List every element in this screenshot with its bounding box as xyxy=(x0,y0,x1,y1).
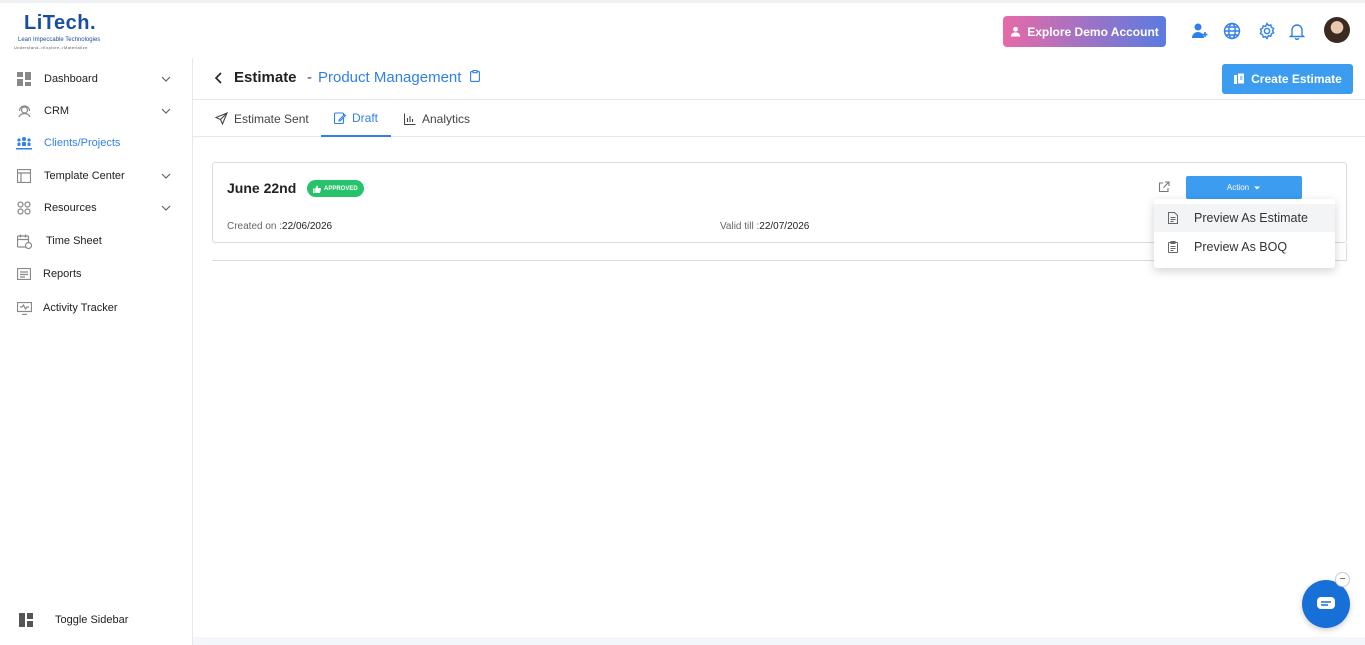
headset-icon xyxy=(16,103,32,119)
chevron-down-icon xyxy=(161,205,171,211)
sidebar-item-dashboard[interactable]: Dashboard xyxy=(0,64,193,94)
menu-item-label: Preview As BOQ xyxy=(1194,240,1288,254)
toggle-sidebar-label: Toggle Sidebar xyxy=(55,614,129,626)
action-dropdown-menu: Preview As Estimate Preview As BOQ xyxy=(1154,199,1335,268)
page-header: Estimate - Product Management Create Esti… xyxy=(193,58,1365,100)
brand-logo[interactable]: LiTech. Lean Impeccable Technologies Und… xyxy=(14,12,114,50)
resources-icon xyxy=(16,200,32,216)
reports-icon xyxy=(16,266,32,282)
minimize-icon: − xyxy=(1339,574,1346,585)
chevron-down-icon xyxy=(161,173,171,179)
globe-icon[interactable] xyxy=(1221,20,1243,42)
menu-item-preview-estimate[interactable]: Preview As Estimate xyxy=(1154,204,1335,232)
valid-till: Valid till :22/07/2026 xyxy=(720,221,809,232)
external-link-icon[interactable] xyxy=(1158,181,1170,193)
chevron-down-icon xyxy=(161,76,171,82)
grid-icon xyxy=(16,71,32,87)
user-avatar[interactable] xyxy=(1324,17,1350,43)
title-separator: - xyxy=(307,69,312,86)
estimate-title: June 22nd xyxy=(227,180,297,196)
chat-minimize-button[interactable]: − xyxy=(1335,572,1350,587)
sidebar-item-reports[interactable]: Reports xyxy=(0,259,193,289)
explore-demo-label: Explore Demo Account xyxy=(1027,24,1159,39)
sidebar-item-clients-projects[interactable]: Clients/Projects xyxy=(0,128,193,158)
action-dropdown-button[interactable]: Action xyxy=(1186,176,1302,199)
sidebar-item-crm[interactable]: CRM xyxy=(0,96,193,126)
chevron-down-icon xyxy=(161,108,171,114)
people-icon xyxy=(16,135,32,151)
tab-estimate-sent[interactable]: Estimate Sent xyxy=(215,100,309,137)
brand-motto: Understand->Explore->Materialize xyxy=(14,45,88,50)
chat-widget-button[interactable] xyxy=(1302,580,1350,628)
document-icon xyxy=(1168,212,1178,224)
sidebar-item-label: Activity Tracker xyxy=(43,302,118,314)
footer-strip xyxy=(193,637,1365,645)
sidebar-item-time-sheet[interactable]: Time Sheet xyxy=(0,226,193,256)
caret-down-icon xyxy=(1254,186,1261,189)
sidebar: Dashboard CRM Clients/Projects Template … xyxy=(0,58,193,645)
sidebar-item-activity-tracker[interactable]: Activity Tracker xyxy=(0,293,193,323)
sidebar-item-label: Time Sheet xyxy=(46,235,102,247)
clipboard-icon[interactable] xyxy=(469,69,480,82)
send-icon xyxy=(215,112,228,125)
status-badge: APPROVED xyxy=(307,180,364,197)
gear-icon[interactable] xyxy=(1256,20,1278,42)
sidebar-layout-icon xyxy=(18,612,34,628)
edit-icon xyxy=(334,111,346,124)
page-title: Estimate xyxy=(234,69,297,86)
tab-draft[interactable]: Draft xyxy=(321,100,392,137)
monitor-icon xyxy=(16,300,32,316)
page-subtitle: - Product Management xyxy=(307,69,480,86)
valid-label: Valid till : xyxy=(720,221,760,232)
status-badge-label: APPROVED xyxy=(324,185,358,192)
bell-icon[interactable] xyxy=(1286,20,1308,42)
menu-item-preview-boq[interactable]: Preview As BOQ xyxy=(1154,233,1335,261)
chat-icon xyxy=(1317,597,1335,609)
sidebar-item-label: CRM xyxy=(44,105,70,117)
created-on: Created on :22/06/2026 xyxy=(227,221,332,232)
user-icon xyxy=(1011,26,1021,37)
template-icon xyxy=(16,168,32,184)
sidebar-item-label: Resources xyxy=(44,202,97,214)
explore-demo-button[interactable]: Explore Demo Account xyxy=(1003,16,1166,47)
sidebar-item-template-center[interactable]: Template Center xyxy=(0,161,193,191)
tab-label: Draft xyxy=(352,110,379,125)
tab-label: Estimate Sent xyxy=(234,111,309,126)
sidebar-item-label: Clients/Projects xyxy=(44,137,121,149)
bar-chart-icon xyxy=(404,113,416,125)
chevron-left-icon[interactable] xyxy=(213,71,225,85)
calendar-icon xyxy=(16,233,32,249)
valid-value: 22/07/2026 xyxy=(759,221,810,232)
clipboard-list-icon xyxy=(1168,241,1178,253)
sidebar-item-label: Reports xyxy=(43,268,82,280)
create-estimate-label: Create Estimate xyxy=(1251,72,1342,86)
create-estimate-button[interactable]: Create Estimate xyxy=(1222,64,1353,94)
tab-analytics[interactable]: Analytics xyxy=(404,100,470,137)
document-add-icon xyxy=(1234,73,1245,84)
toggle-sidebar-button[interactable]: Toggle Sidebar xyxy=(0,605,193,635)
action-label: Action xyxy=(1226,183,1250,192)
thumbs-up-icon xyxy=(313,185,321,193)
created-label: Created on : xyxy=(227,221,283,232)
sidebar-item-label: Dashboard xyxy=(44,73,98,85)
brand-tagline: Lean Impeccable Technologies xyxy=(18,37,101,43)
app-header: LiTech. Lean Impeccable Technologies Und… xyxy=(0,3,1365,58)
add-user-icon[interactable] xyxy=(1189,20,1211,42)
project-name: Product Management xyxy=(318,69,462,86)
created-value: 22/06/2026 xyxy=(282,221,333,232)
brand-name: LiTech. xyxy=(24,12,97,34)
sidebar-item-label: Template Center xyxy=(44,170,125,182)
menu-item-label: Preview As Estimate xyxy=(1194,211,1308,225)
tab-bar: Estimate Sent Draft Analytics xyxy=(193,100,1365,137)
tab-label: Analytics xyxy=(422,111,471,126)
sidebar-item-resources[interactable]: Resources xyxy=(0,193,193,223)
